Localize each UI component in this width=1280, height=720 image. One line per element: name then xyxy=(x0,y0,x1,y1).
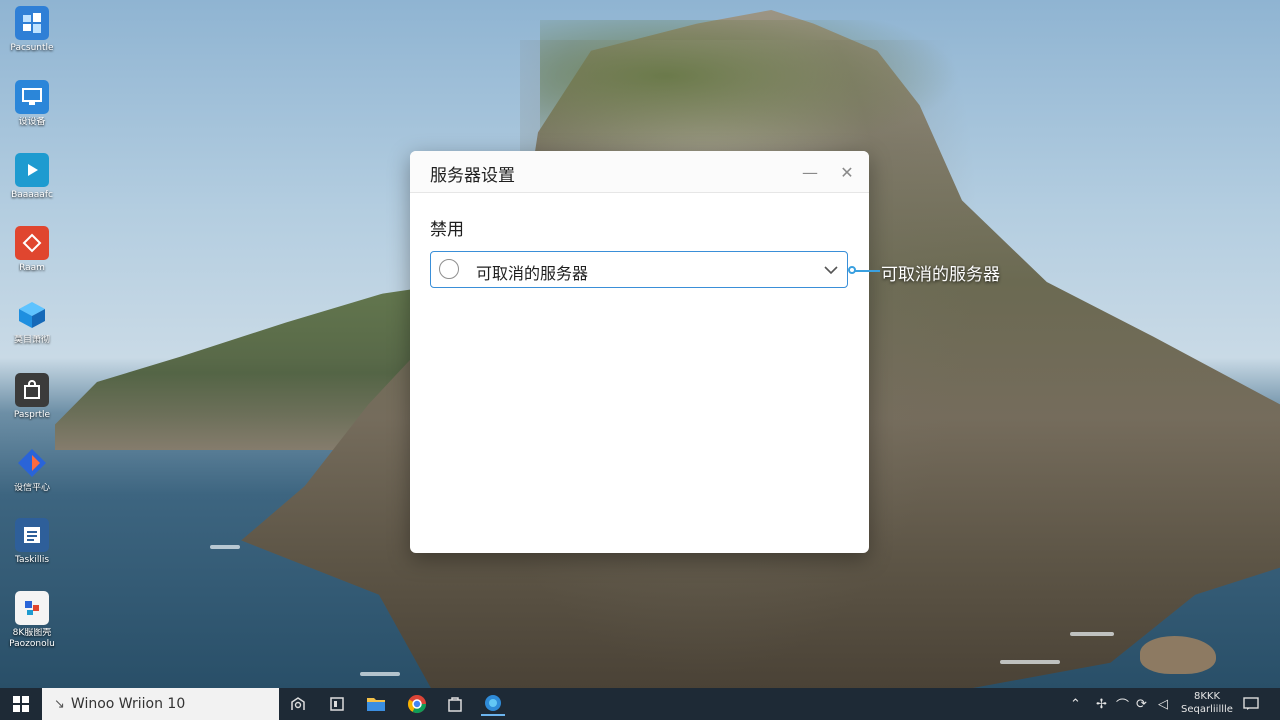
desktop-icon-raam[interactable]: Raam xyxy=(6,226,58,274)
widgets-icon[interactable] xyxy=(325,692,349,716)
sync-icon[interactable]: ⟳ xyxy=(1136,688,1147,720)
callout-label: 可取消的服务器 xyxy=(881,265,1000,285)
server-select-dropdown[interactable]: 可取消的服务器 xyxy=(430,251,848,288)
colorful-app-icon xyxy=(15,591,49,625)
network-icon[interactable]: ✢ xyxy=(1096,688,1107,720)
desktop-icon-label: Pacsuntle xyxy=(10,43,54,53)
monitor-icon xyxy=(15,80,49,114)
desktop-icon-media[interactable]: Baaaaafc xyxy=(6,153,58,201)
start-button[interactable] xyxy=(0,688,42,720)
desktop-icon-taskillis[interactable]: Taskillis xyxy=(6,518,58,566)
cube-icon xyxy=(15,298,49,332)
edge-browser-icon[interactable] xyxy=(481,692,505,716)
windows-logo-icon xyxy=(13,696,29,712)
radio-button[interactable] xyxy=(439,259,459,279)
notification-icon[interactable] xyxy=(1243,688,1259,720)
cliff-vegetation xyxy=(540,20,960,160)
volume-icon[interactable]: ◁ xyxy=(1158,688,1168,720)
desktop-icon-label: Baaaaafc xyxy=(11,190,53,200)
dialog-title: 服务器设置 xyxy=(430,166,515,186)
diamond-app-icon xyxy=(15,446,49,480)
windows-tiles-icon xyxy=(15,6,49,40)
taskbar-clock[interactable]: 8KKK Seqarliillle xyxy=(1176,690,1238,716)
taskbar: ↘ Winoo Wriion 10 ⌃ ✢ ⌒ ⟳ ◁ 8KKK Seqarli… xyxy=(0,688,1280,720)
desktop-icon-label: Raam xyxy=(19,263,45,273)
task-view-icon[interactable] xyxy=(286,692,310,716)
wave-foam xyxy=(210,545,240,549)
close-button[interactable]: ✕ xyxy=(834,159,860,185)
desktop-icon-label: Taskillis xyxy=(14,555,50,565)
desktop-icon-label: 莫目萧彻 xyxy=(13,335,50,345)
wifi-icon[interactable]: ⌒ xyxy=(1116,688,1129,720)
desktop-icon-label: 设信平心 xyxy=(13,483,50,493)
server-select-value: 可取消的服务器 xyxy=(476,264,589,283)
boulder xyxy=(1140,636,1216,674)
tray-chevron-up-icon[interactable]: ⌃ xyxy=(1070,688,1081,720)
desktop-icon-device[interactable]: 设设备 xyxy=(6,80,58,128)
clock-line-1: 8KKK xyxy=(1193,691,1221,702)
desktop-icon-label: 设设备 xyxy=(18,117,46,127)
desktop-icon-pacsuntle[interactable]: Pacsuntle xyxy=(6,6,58,54)
desktop-icon-diamond[interactable]: 设信平心 xyxy=(6,446,58,494)
minimize-button[interactable]: — xyxy=(797,159,823,185)
media-player-icon xyxy=(15,153,49,187)
red-app-icon xyxy=(15,226,49,260)
store-icon[interactable] xyxy=(443,692,467,716)
document-list-icon xyxy=(15,518,49,552)
dialog-titlebar[interactable]: 服务器设置 — ✕ xyxy=(410,151,869,193)
chevron-down-icon[interactable] xyxy=(823,262,839,278)
callout-dot xyxy=(848,266,856,274)
wave-foam xyxy=(1000,660,1060,664)
search-box-text: Winoo Wriion 10 xyxy=(70,696,186,712)
desktop-icon-label: Pasprtle xyxy=(13,410,51,420)
desktop-icon-colorful[interactable]: 8K服图壳 Paozonolu xyxy=(6,591,58,650)
chrome-icon[interactable] xyxy=(405,692,429,716)
wave-foam xyxy=(360,672,400,676)
shopping-bag-icon xyxy=(15,373,49,407)
file-explorer-icon[interactable] xyxy=(364,692,388,716)
desktop-icon-label: 8K服图壳 Paozonolu xyxy=(9,628,55,649)
clock-line-2: Seqarliillle xyxy=(1181,704,1233,715)
taskbar-search-box[interactable]: ↘ Winoo Wriion 10 xyxy=(42,688,279,720)
section-label-disabled: 禁用 xyxy=(430,220,464,240)
wave-foam xyxy=(1070,632,1114,636)
desktop-icon-pasprtle[interactable]: Pasprtle xyxy=(6,373,58,421)
desktop-icon-cube[interactable]: 莫目萧彻 xyxy=(6,298,58,346)
server-settings-dialog: 服务器设置 — ✕ 禁用 可取消的服务器 xyxy=(410,151,869,553)
search-icon: ↘ xyxy=(54,696,65,712)
